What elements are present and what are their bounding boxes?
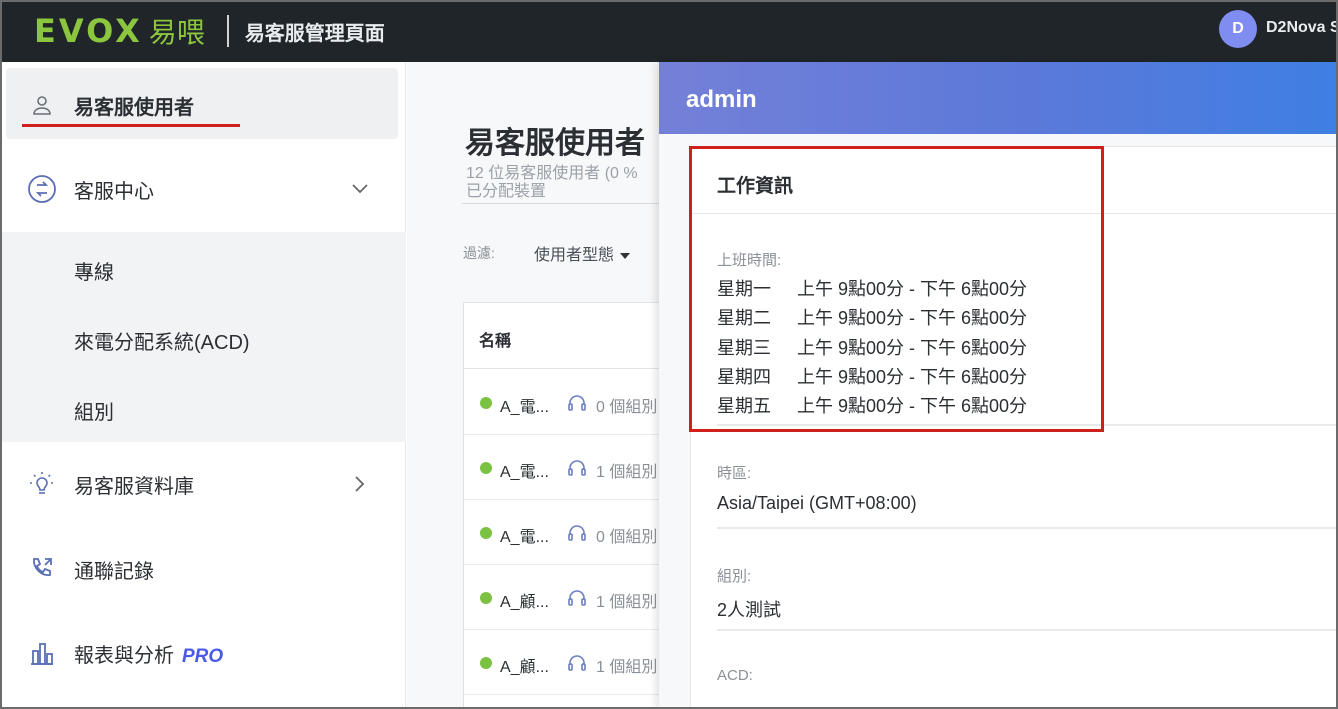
headset-icon (566, 457, 588, 479)
row-name: A_電... (500, 464, 549, 481)
sidebar-item-label: 客服中心 (74, 180, 154, 203)
schedule-hours: 上午 9點00分 - 下午 6點00分 (797, 308, 1028, 328)
sidebar: 易客服使用者 客服中心 專線 來電分配系統(ACD) 組別 易客服資料庫 通聯記… (2, 62, 406, 707)
online-status-dot (480, 527, 492, 539)
row-group-count: 0 個組別 (596, 529, 658, 546)
section-divider (691, 213, 1338, 214)
user-type-filter-dropdown[interactable]: 使用者型態 (534, 241, 631, 265)
table-header: 名稱 (464, 303, 668, 369)
sidebar-item-label: 易客服資料庫 (74, 475, 194, 498)
field-divider (717, 629, 1338, 631)
sidebar-item-reports[interactable]: 報表與分析 PRO (2, 623, 406, 683)
group-value: 2人測試 (717, 600, 782, 620)
schedule-day: 星期一 (717, 279, 771, 299)
schedule-row: 星期三 上午 9點00分 - 下午 6點00分 (717, 334, 1027, 360)
app-title: 易客服管理頁面 (244, 22, 385, 45)
logo-text: EVOX (34, 12, 143, 50)
page-subtitle-devices: 已分配裝置 (466, 183, 547, 200)
field-divider (717, 424, 1338, 426)
online-status-dot (480, 397, 492, 409)
row-name: A_電... (500, 399, 549, 416)
sidebar-item-users[interactable]: 易客服使用者 (2, 75, 406, 135)
timezone-label: 時區: (717, 465, 752, 482)
sidebar-item-label: 易客服使用者 (74, 96, 194, 119)
chevron-down-icon (350, 179, 370, 199)
column-header-name[interactable]: 名稱 (479, 327, 511, 351)
group-label: 組別: (717, 568, 752, 585)
users-table: 名稱 A_電... 0 個組別 A_電... 1 個組別 A_電... 0 個組… (463, 302, 668, 709)
sidebar-item-label: 報表與分析 PRO (74, 639, 223, 668)
row-name: A_電... (500, 529, 549, 546)
lightbulb-icon (24, 466, 60, 502)
drawer-title: admin (686, 86, 757, 113)
schedule-row: 星期四 上午 9點00分 - 下午 6點00分 (717, 363, 1027, 389)
sidebar-item-label: 通聯記錄 (74, 560, 154, 583)
schedule-hours: 上午 9點00分 - 下午 6點00分 (797, 338, 1028, 358)
schedule-day: 星期四 (717, 367, 771, 387)
online-status-dot (480, 657, 492, 669)
top-bar: EVOX 易喂 易客服管理頁面 D D2Nova S (0, 0, 1338, 62)
topbar-divider (226, 15, 229, 47)
evox-logo[interactable]: EVOX 易喂 (34, 0, 205, 62)
headset-icon (566, 392, 588, 414)
sidebar-item-call-logs[interactable]: 通聯記錄 (2, 539, 406, 599)
filter-dropdown-label: 使用者型態 (534, 247, 615, 264)
work-hours-label: 上班時間: (717, 252, 782, 269)
row-group-count: 0 個組別 (596, 399, 658, 416)
schedule-day: 星期三 (717, 338, 771, 358)
pro-badge: PRO (182, 645, 224, 667)
submenu-item-groups[interactable]: 組別 (74, 396, 114, 425)
submenu-item-lines[interactable]: 專線 (74, 256, 114, 285)
table-row[interactable]: A_顧... 1 個組別 (464, 565, 668, 630)
section-title: 工作資訊 (717, 176, 794, 197)
row-group-count: 1 個組別 (596, 594, 658, 611)
headset-icon (566, 652, 588, 674)
headset-icon (566, 522, 588, 544)
row-name: A_顧... (500, 659, 549, 676)
schedule-day: 星期二 (717, 308, 771, 328)
acd-label: ACD: (717, 667, 753, 684)
chevron-right-icon (350, 474, 370, 494)
row-group-count: 1 個組別 (596, 659, 658, 676)
bar-chart-icon (24, 635, 60, 671)
user-icon (24, 87, 60, 123)
schedule-day: 星期五 (717, 396, 771, 416)
row-name: A_顧... (500, 594, 549, 611)
online-status-dot (480, 462, 492, 474)
reports-label-text: 報表與分析 (74, 644, 174, 667)
row-group-count: 1 個組別 (596, 464, 658, 481)
online-status-dot (480, 592, 492, 604)
table-row[interactable]: A_顧... 1 個組別 (464, 630, 668, 695)
headset-icon (566, 587, 588, 609)
schedule-row: 星期五 上午 9點00分 - 下午 6點00分 (717, 392, 1027, 418)
sidebar-item-call-center[interactable]: 客服中心 (2, 159, 406, 219)
avatar[interactable]: D (1219, 10, 1257, 48)
table-row[interactable]: A_電... 0 個組別 (464, 370, 668, 435)
phone-log-icon (24, 551, 60, 587)
schedule-hours: 上午 9點00分 - 下午 6點00分 (797, 279, 1028, 299)
highlight-underline (22, 124, 240, 127)
schedule-row: 星期一 上午 9點00分 - 下午 6點00分 (717, 275, 1027, 301)
work-info-card: 工作資訊 上班時間: 星期一 上午 9點00分 - 下午 6點00分 星期二 上午 … (690, 146, 1338, 709)
drawer-header: admin (659, 62, 1338, 134)
user-detail-drawer: admin 工作資訊 上班時間: 星期一 上午 9點00分 - 下午 6點00分 … (659, 62, 1338, 709)
page-title: 易客服使用者 (465, 127, 645, 160)
schedule-row: 星期二 上午 9點00分 - 下午 6點00分 (717, 304, 1027, 330)
call-center-icon (24, 171, 60, 207)
table-row[interactable]: A_電... 0 個組別 (464, 500, 668, 565)
caret-down-icon (620, 252, 631, 259)
logo-cn-text: 易喂 (148, 17, 205, 48)
filter-label: 過濾: (463, 245, 495, 261)
schedule-hours: 上午 9點00分 - 下午 6點00分 (797, 396, 1028, 416)
account-name[interactable]: D2Nova S (1266, 19, 1336, 37)
sidebar-item-knowledge-base[interactable]: 易客服資料庫 (2, 454, 406, 514)
timezone-value: Asia/Taipei (GMT+08:00) (717, 493, 917, 513)
submenu-item-acd[interactable]: 來電分配系統(ACD) (74, 326, 250, 355)
divider (462, 203, 667, 204)
table-row[interactable]: A_電... 1 個組別 (464, 435, 668, 500)
schedule-hours: 上午 9點00分 - 下午 6點00分 (797, 367, 1028, 387)
field-divider (717, 527, 1338, 529)
